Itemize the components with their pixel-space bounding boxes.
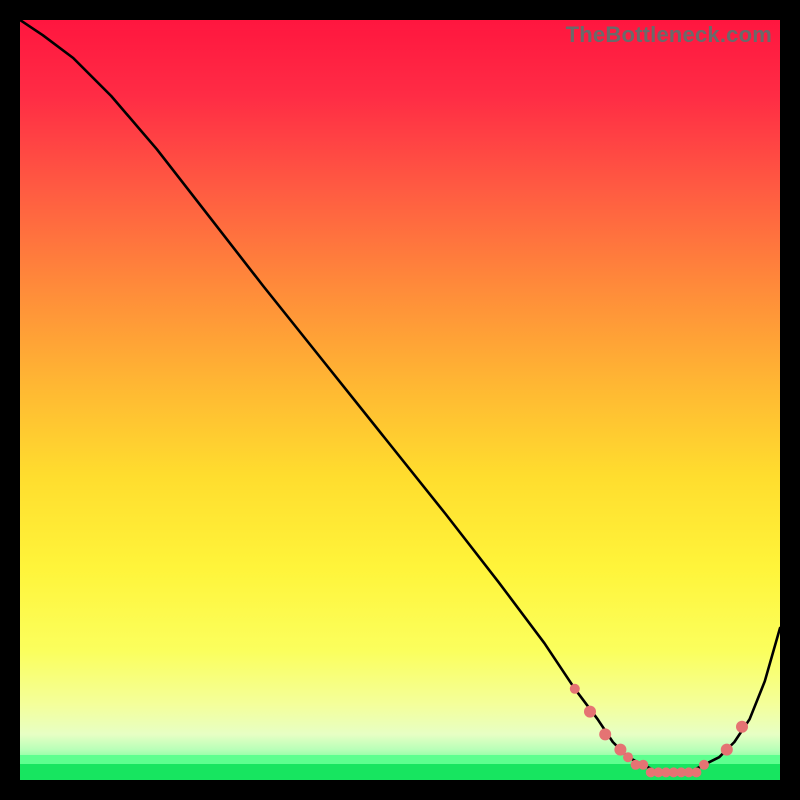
curve-marker bbox=[638, 760, 648, 770]
curve-marker bbox=[623, 752, 633, 762]
plot-clip bbox=[20, 20, 780, 780]
curve-marker bbox=[584, 706, 596, 718]
curve-marker bbox=[721, 744, 733, 756]
curve-marker bbox=[736, 721, 748, 733]
curve-markers bbox=[570, 684, 748, 778]
curve-marker bbox=[599, 728, 611, 740]
bottleneck-curve bbox=[20, 20, 780, 772]
curve-marker bbox=[570, 684, 580, 694]
curve-marker bbox=[699, 760, 709, 770]
chart-plot-area: TheBottleneck.com bbox=[20, 20, 780, 780]
chart-stage: TheBottleneck.com bbox=[0, 0, 800, 800]
chart-overlay bbox=[20, 20, 780, 780]
watermark-text: TheBottleneck.com bbox=[566, 22, 772, 48]
curve-marker bbox=[691, 767, 701, 777]
